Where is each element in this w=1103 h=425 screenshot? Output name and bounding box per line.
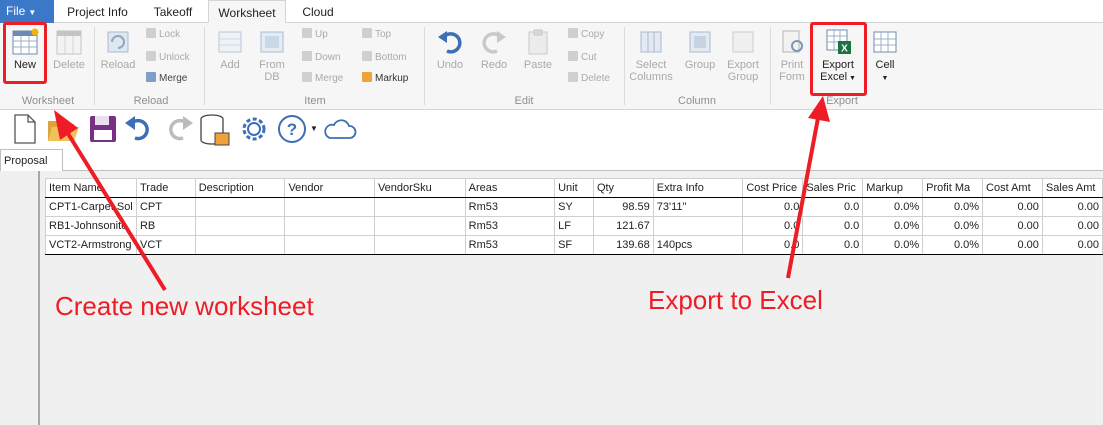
annotation-arrows <box>54 96 830 292</box>
annotation-export-to-excel: Export to Excel <box>648 285 823 315</box>
arrow-to-export-excel <box>786 117 820 279</box>
arrow-to-new-button <box>65 130 167 292</box>
arrow-head-new <box>54 110 78 140</box>
annotation-create-new-worksheet: Create new worksheet <box>55 291 314 321</box>
arrow-head-export <box>808 96 830 122</box>
